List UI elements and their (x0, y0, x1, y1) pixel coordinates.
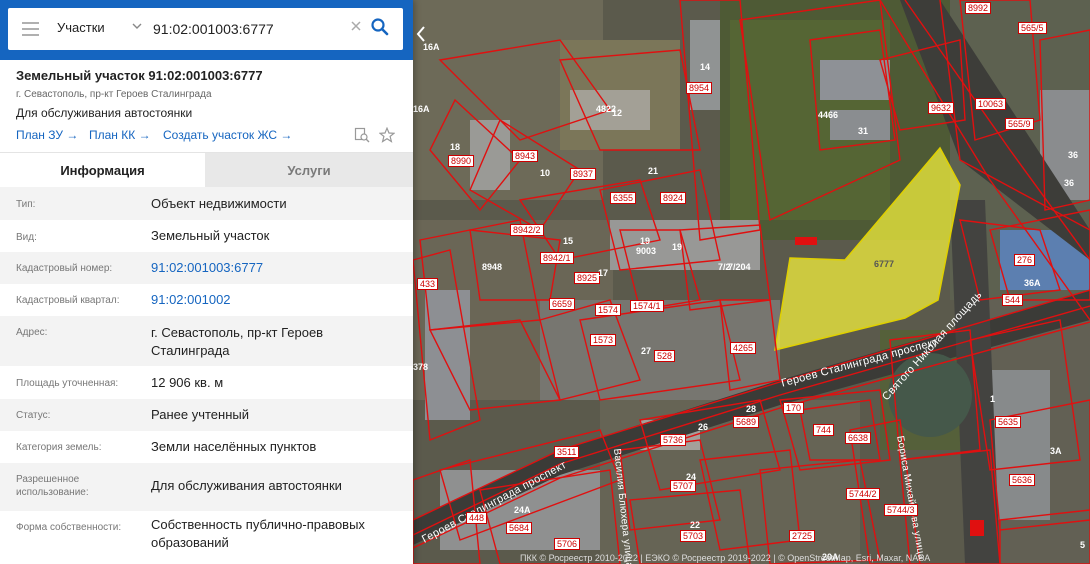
tab-info[interactable]: Информация (0, 153, 205, 188)
tab-services[interactable]: Услуги (205, 153, 413, 188)
info-label: Вид: (16, 232, 37, 243)
star-icon[interactable] (379, 127, 395, 143)
info-panel: Участки Земельный участок 91:02:001003:6… (0, 0, 413, 564)
info-row-ownership: Форма собственности: Собственность публи… (0, 511, 413, 564)
cadastral-number-link[interactable]: 91:02:001003:6777 (151, 259, 401, 277)
info-value: г. Севастополь, пр-кт Героев Сталинграда (151, 325, 324, 358)
search-bar: Участки (0, 0, 413, 60)
search-icon[interactable] (370, 17, 390, 37)
info-row-permitted-use: Разрешенное использование: Для обслужива… (0, 463, 413, 511)
info-label: Кадастровый номер: (16, 263, 113, 274)
object-purpose: Для обслуживания автостоянки (16, 106, 193, 120)
info-row-address: Адрес: г. Севастополь, пр-кт Героев Стал… (0, 316, 413, 366)
close-icon[interactable] (349, 19, 363, 33)
plan-zu-link[interactable]: План ЗУ → (16, 128, 78, 142)
info-label: Адрес: (16, 327, 48, 338)
info-label: Тип: (16, 199, 36, 210)
tabs: Информация Услуги (0, 152, 413, 188)
plan-kk-link[interactable]: План КК → (89, 128, 151, 142)
object-header: Земельный участок 91:02:001003:6777 г. С… (0, 60, 413, 152)
info-value: Объект недвижимости (151, 196, 287, 211)
info-row-area: Площадь уточненная: 12 906 кв. м (0, 366, 413, 399)
info-label: Форма собственности: (16, 522, 122, 533)
page-title: Земельный участок 91:02:001003:6777 (16, 68, 263, 83)
info-row-cadastral-number: Кадастровый номер: 91:02:001003:6777 (0, 252, 413, 284)
info-value: Ранее учтенный (151, 407, 249, 422)
info-row-land-category: Категория земель: Земли населённых пункт… (0, 431, 413, 463)
object-address: г. Севастополь, пр-кт Героев Сталинграда (16, 89, 212, 100)
chevron-down-icon[interactable] (132, 21, 142, 31)
chevron-left-icon[interactable] (414, 22, 428, 46)
info-row-status: Статус: Ранее учтенный (0, 399, 413, 431)
info-row-kind: Вид: Земельный участок (0, 220, 413, 252)
info-row-type: Тип: Объект недвижимости (0, 187, 413, 220)
info-value: Для обслуживания автостоянки (151, 478, 342, 493)
info-value: Земли населённых пунктов (151, 439, 317, 454)
info-row-cadastral-quarter: Кадастровый квартал: 91:02:001002 (0, 284, 413, 316)
cadastral-quarter-link[interactable]: 91:02:001002 (151, 291, 401, 309)
create-parcel-link[interactable]: Создать участок ЖС → (163, 128, 292, 142)
menu-icon[interactable] (22, 22, 39, 36)
info-label: Площадь уточненная: (16, 378, 119, 389)
info-value: 12 906 кв. м (151, 375, 224, 390)
search-input[interactable] (153, 16, 343, 42)
info-label: Категория земель: (16, 442, 102, 453)
info-label: Кадастровый квартал: (16, 295, 120, 306)
document-search-icon[interactable] (354, 127, 370, 143)
layer-select[interactable]: Участки (57, 20, 105, 35)
info-value: Собственность публично-правовых образова… (151, 517, 365, 550)
info-label: Статус: (16, 410, 51, 421)
info-label: Разрешенное использование: (16, 474, 89, 498)
info-value: Земельный участок (151, 228, 270, 243)
search-box: Участки (8, 8, 403, 50)
